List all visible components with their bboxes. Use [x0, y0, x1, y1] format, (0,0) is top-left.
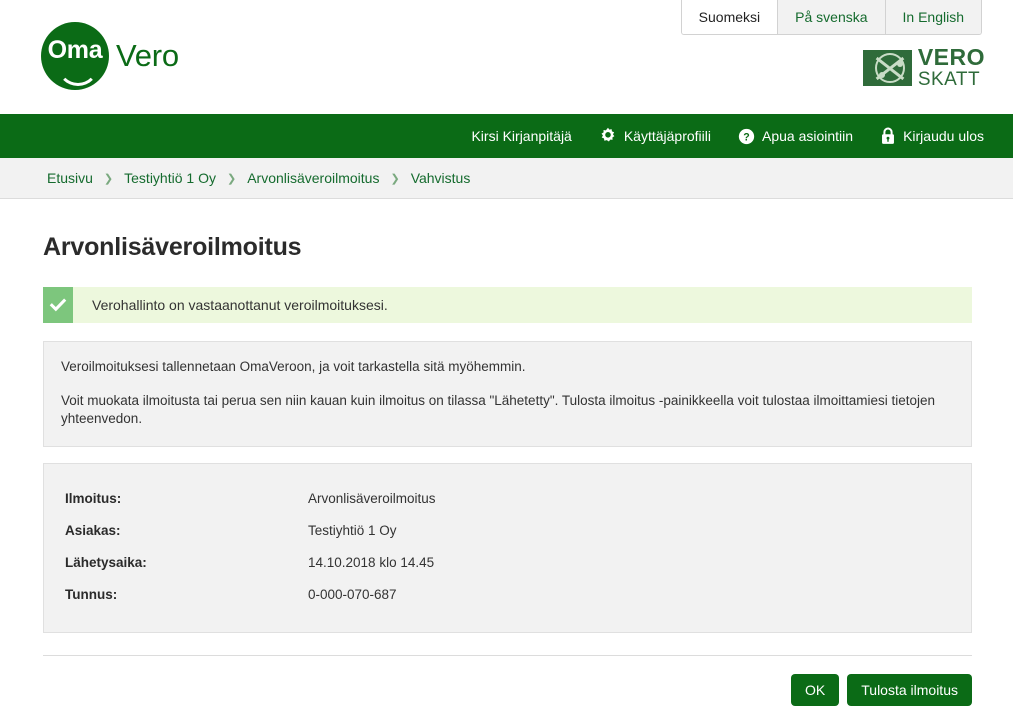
- detail-row: Tunnus: 0-000-070-687: [44, 578, 971, 610]
- detail-value: 0-000-070-687: [308, 586, 397, 602]
- gear-icon: [599, 127, 617, 145]
- breadcrumb-item-etusivu[interactable]: Etusivu: [47, 170, 93, 186]
- submission-details-box: Ilmoitus: Arvonlisäveroilmoitus Asiakas:…: [43, 463, 972, 633]
- language-tab-label: På svenska: [795, 9, 868, 25]
- vero-logo-line2: SKATT: [917, 69, 981, 90]
- page-header: Suomeksi På svenska In English Oma Vero …: [0, 0, 1013, 114]
- svg-text:?: ?: [743, 131, 749, 143]
- main-content: Arvonlisäveroilmoitus Verohallinto on va…: [0, 233, 1013, 706]
- breadcrumb-item-testiyhtio[interactable]: Testiyhtiö 1 Oy: [124, 170, 216, 186]
- action-buttons: OK Tulosta ilmoitus: [43, 674, 972, 706]
- omavero-logo-vero-text: Vero: [116, 38, 179, 73]
- breadcrumb-separator-icon: ❯: [103, 172, 114, 185]
- vero-skatt-logo: VERO SKATT: [862, 44, 985, 90]
- omavero-logo-circle: Oma: [41, 22, 109, 90]
- main-navigation-bar: Kirsi Kirjanpitäjä Käyttäjäprofiili ? Ap…: [0, 114, 1013, 158]
- info-paragraph-1: Veroilmoituksesi tallennetaan OmaVeroon,…: [61, 359, 526, 374]
- question-circle-icon: ?: [738, 128, 755, 145]
- breadcrumb-separator-icon: ❯: [226, 172, 237, 185]
- vero-skatt-emblem-icon: [862, 49, 912, 86]
- language-tab-label: In English: [902, 9, 964, 25]
- breadcrumb: Etusivu ❯ Testiyhtiö 1 Oy ❯ Arvonlisäver…: [0, 158, 1013, 199]
- language-tab-suomeksi[interactable]: Suomeksi: [681, 0, 779, 34]
- footer-divider: [43, 655, 972, 656]
- nav-user-name[interactable]: Kirsi Kirjanpitäjä: [471, 128, 571, 144]
- success-banner-text: Verohallinto on vastaanottanut veroilmoi…: [92, 297, 388, 313]
- detail-value: 14.10.2018 klo 14.45: [308, 554, 435, 570]
- omavero-logo[interactable]: Oma Vero: [41, 22, 179, 90]
- checkmark-icon: [43, 287, 73, 323]
- detail-row: Lähetysaika: 14.10.2018 klo 14.45: [44, 546, 971, 578]
- nav-item-kayttajaprofiili[interactable]: Käyttäjäprofiili: [599, 127, 711, 145]
- vero-logo-line1: VERO: [917, 44, 985, 70]
- success-banner: Verohallinto on vastaanottanut veroilmoi…: [43, 287, 972, 323]
- nav-item-kirjaudu-ulos[interactable]: Kirjaudu ulos: [880, 127, 984, 145]
- nav-user-name-label: Kirsi Kirjanpitäjä: [471, 128, 572, 144]
- nav-item-apua-asiointiin[interactable]: ? Apua asiointiin: [738, 128, 853, 145]
- detail-label: Ilmoitus:: [65, 490, 122, 506]
- detail-value: Arvonlisäveroilmoitus: [308, 490, 436, 506]
- language-tab-pa-svenska[interactable]: På svenska: [778, 0, 886, 34]
- print-declaration-button[interactable]: Tulosta ilmoitus: [847, 674, 972, 706]
- detail-row: Asiakas: Testiyhtiö 1 Oy: [44, 514, 971, 546]
- smile-icon: [57, 62, 99, 86]
- nav-item-label: Käyttäjäprofiili: [623, 128, 711, 144]
- ok-button[interactable]: OK: [791, 674, 840, 706]
- detail-label: Lähetysaika:: [65, 554, 147, 570]
- lock-icon: [880, 127, 896, 145]
- breadcrumb-item-arvonlisaveroilmoitus[interactable]: Arvonlisäveroilmoitus: [247, 170, 379, 186]
- page-title: Arvonlisäveroilmoitus: [43, 233, 302, 261]
- language-tab-in-english[interactable]: In English: [885, 0, 981, 34]
- detail-label: Tunnus:: [65, 586, 118, 602]
- omavero-logo-oma-text: Oma: [47, 36, 103, 64]
- nav-item-label: Apua asiointiin: [762, 128, 854, 144]
- detail-row: Ilmoitus: Arvonlisäveroilmoitus: [44, 482, 971, 514]
- breadcrumb-separator-icon: ❯: [390, 172, 400, 185]
- language-tab-label: Suomeksi: [698, 9, 761, 25]
- nav-item-label: Kirjaudu ulos: [903, 128, 984, 144]
- info-paragraph-2: Voit muokata ilmoitusta tai perua sen ni…: [61, 393, 936, 426]
- detail-label: Asiakas:: [65, 522, 121, 538]
- language-switcher: Suomeksi På svenska In English: [680, 0, 982, 35]
- info-box: Veroilmoituksesi tallennetaan OmaVeroon,…: [43, 341, 972, 447]
- detail-value: Testiyhtiö 1 Oy: [308, 522, 397, 538]
- breadcrumb-item-vahvistus[interactable]: Vahvistus: [411, 170, 471, 186]
